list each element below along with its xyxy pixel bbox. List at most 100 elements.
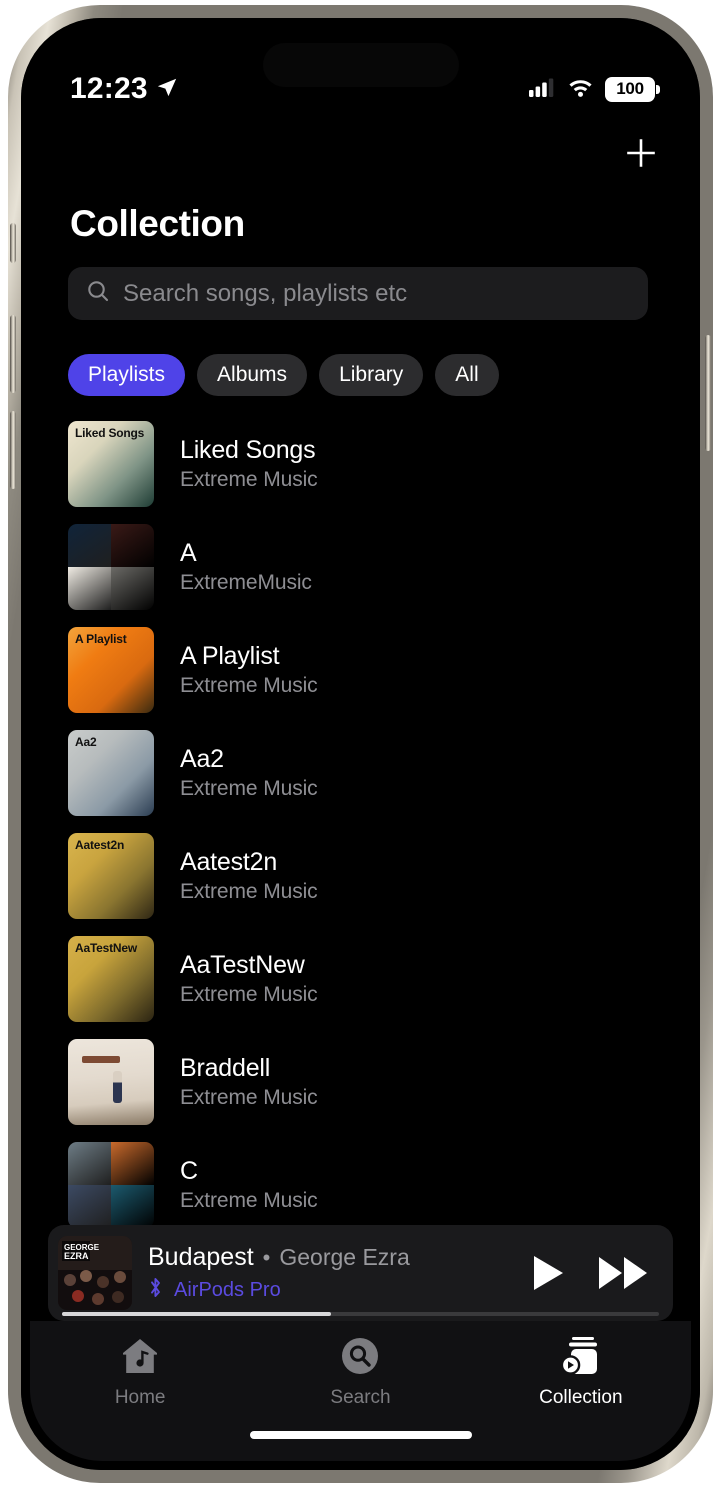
- playlist-title: A: [180, 538, 197, 567]
- phone-screen: 12:23 100 Collection Search songs, playl…: [30, 27, 691, 1461]
- playlist-text: C Extreme Music: [180, 1157, 318, 1213]
- now-playing-device-line[interactable]: AirPods Pro: [148, 1277, 513, 1303]
- playlist-subtitle: Extreme Music: [180, 467, 318, 491]
- list-item[interactable]: Aatest2n Aatest2n Extreme Music: [68, 824, 691, 927]
- filter-chip-playlists[interactable]: Playlists: [68, 354, 186, 396]
- list-item[interactable]: A ExtremeMusic: [68, 515, 691, 618]
- playlist-text: Aatest2n Extreme Music: [180, 848, 318, 904]
- home-music-icon: [119, 1335, 161, 1377]
- collection-stack-icon: [558, 1335, 604, 1377]
- now-playing-progress-bar[interactable]: [62, 1312, 659, 1316]
- playlist-cover: [68, 1141, 154, 1228]
- now-playing-artist: George Ezra: [279, 1244, 410, 1270]
- list-item[interactable]: C Extreme Music: [68, 1133, 691, 1236]
- cover-tile: [68, 523, 111, 567]
- playlist-cover: [68, 523, 154, 610]
- cover-tile: [68, 1141, 111, 1185]
- cover-tile: [111, 1184, 154, 1228]
- now-playing-meta: Budapest • George Ezra AirPods Pro: [148, 1243, 513, 1303]
- silent-switch[interactable]: [10, 223, 16, 263]
- now-playing-title: Budapest: [148, 1243, 254, 1271]
- playlist-subtitle: Extreme Music: [180, 1085, 318, 1109]
- playlist-cover: [68, 1038, 154, 1125]
- playlist-title: Aatest2n: [180, 847, 278, 876]
- playlist-title: AaTestNew: [180, 950, 305, 979]
- cover-photo-beam: [81, 1055, 120, 1063]
- home-indicator[interactable]: [249, 1431, 472, 1439]
- playlist-subtitle: ExtremeMusic: [180, 570, 312, 594]
- now-playing-artwork[interactable]: GEORGE EZRA: [58, 1236, 132, 1310]
- cover-tile: [111, 523, 154, 567]
- search-input[interactable]: [123, 279, 630, 308]
- page-title: Collection: [70, 203, 245, 244]
- filter-chip-albums[interactable]: Albums: [197, 354, 308, 396]
- list-item[interactable]: Liked Songs Liked Songs Extreme Music: [68, 412, 691, 515]
- tab-label: Collection: [539, 1387, 623, 1408]
- playlist-cover-label: Aatest2n: [75, 837, 125, 852]
- search-circle-icon: [339, 1335, 381, 1377]
- playlist-cover-label: Aa2: [75, 734, 97, 749]
- now-playing-separator: •: [262, 1245, 271, 1270]
- tab-collection[interactable]: Collection: [471, 1335, 691, 1461]
- tab-label: Search: [330, 1387, 391, 1408]
- playlist-cover-label: Liked Songs: [75, 425, 145, 440]
- filter-chip-all[interactable]: All: [435, 354, 499, 396]
- filter-chip-library[interactable]: Library: [319, 354, 424, 396]
- tab-search[interactable]: Search: [250, 1335, 470, 1461]
- power-button[interactable]: [705, 335, 711, 451]
- playlist-title: Braddell: [180, 1053, 271, 1082]
- playlist-cover: Aatest2n: [68, 832, 154, 919]
- playlist-cover-label: A Playlist: [75, 631, 127, 646]
- playlist-text: A Playlist Extreme Music: [180, 642, 318, 698]
- playlist-cover-label: AaTestNew: [75, 940, 137, 955]
- playlist-title: C: [180, 1156, 198, 1185]
- now-playing-bar[interactable]: GEORGE EZRA Budapest • George Ezra AirPo…: [48, 1225, 673, 1321]
- now-playing-progress-fill: [62, 1312, 331, 1316]
- playlist-text: AaTestNew Extreme Music: [180, 951, 318, 1007]
- next-track-button[interactable]: [597, 1254, 649, 1292]
- volume-up-button[interactable]: [10, 315, 16, 393]
- bluetooth-icon: [148, 1277, 163, 1303]
- play-button[interactable]: [529, 1253, 567, 1293]
- svg-text:EZRA: EZRA: [64, 1251, 89, 1261]
- now-playing-device: AirPods Pro: [174, 1278, 281, 1301]
- playlist-cover: Liked Songs: [68, 420, 154, 507]
- playlist-cover: AaTestNew: [68, 935, 154, 1022]
- cover-tile: [68, 1184, 111, 1228]
- play-icon: [534, 1256, 563, 1290]
- music-app-screen: Collection Playlists Albums Library All Lik…: [30, 27, 691, 1461]
- list-item[interactable]: Braddell Extreme Music: [68, 1030, 691, 1133]
- playlist-text: A ExtremeMusic: [180, 539, 312, 595]
- now-playing-track-line: Budapest • George Ezra: [148, 1243, 513, 1272]
- volume-down-button[interactable]: [10, 411, 16, 489]
- playlist-title: Aa2: [180, 744, 224, 773]
- playlist-subtitle: Extreme Music: [180, 982, 318, 1006]
- list-item[interactable]: A Playlist A Playlist Extreme Music: [68, 618, 691, 721]
- fast-forward-icon: [599, 1257, 647, 1289]
- playlist-subtitle: Extreme Music: [180, 1188, 318, 1212]
- plus-icon: [627, 139, 655, 167]
- list-item[interactable]: AaTestNew AaTestNew Extreme Music: [68, 927, 691, 1030]
- playlist-text: Braddell Extreme Music: [180, 1054, 318, 1110]
- list-item[interactable]: Aa2 Aa2 Extreme Music: [68, 721, 691, 824]
- playlist-text: Liked Songs Extreme Music: [180, 436, 318, 492]
- tab-home[interactable]: Home: [30, 1335, 250, 1461]
- device-frame: 12:23 100 Collection Search songs, playl…: [8, 5, 713, 1483]
- cover-tile: [111, 566, 154, 610]
- tab-label: Home: [114, 1387, 166, 1408]
- playlist-cover: A Playlist: [68, 626, 154, 713]
- search-bar[interactable]: [68, 267, 648, 320]
- search-icon: [86, 279, 110, 308]
- playlist-subtitle: Extreme Music: [180, 673, 318, 697]
- playlist-cover: Aa2: [68, 729, 154, 816]
- cover-tile: [68, 566, 111, 610]
- cover-photo-detail: [112, 1071, 122, 1104]
- playlist-subtitle: Extreme Music: [180, 879, 318, 903]
- playlist-title: A Playlist: [180, 641, 280, 670]
- playlist-text: Aa2 Extreme Music: [180, 745, 318, 801]
- cover-tile: [111, 1141, 154, 1185]
- add-playlist-button[interactable]: [613, 125, 669, 181]
- playlist-subtitle: Extreme Music: [180, 776, 318, 800]
- now-playing-controls: [529, 1253, 655, 1293]
- playlist-title: Liked Songs: [180, 435, 316, 464]
